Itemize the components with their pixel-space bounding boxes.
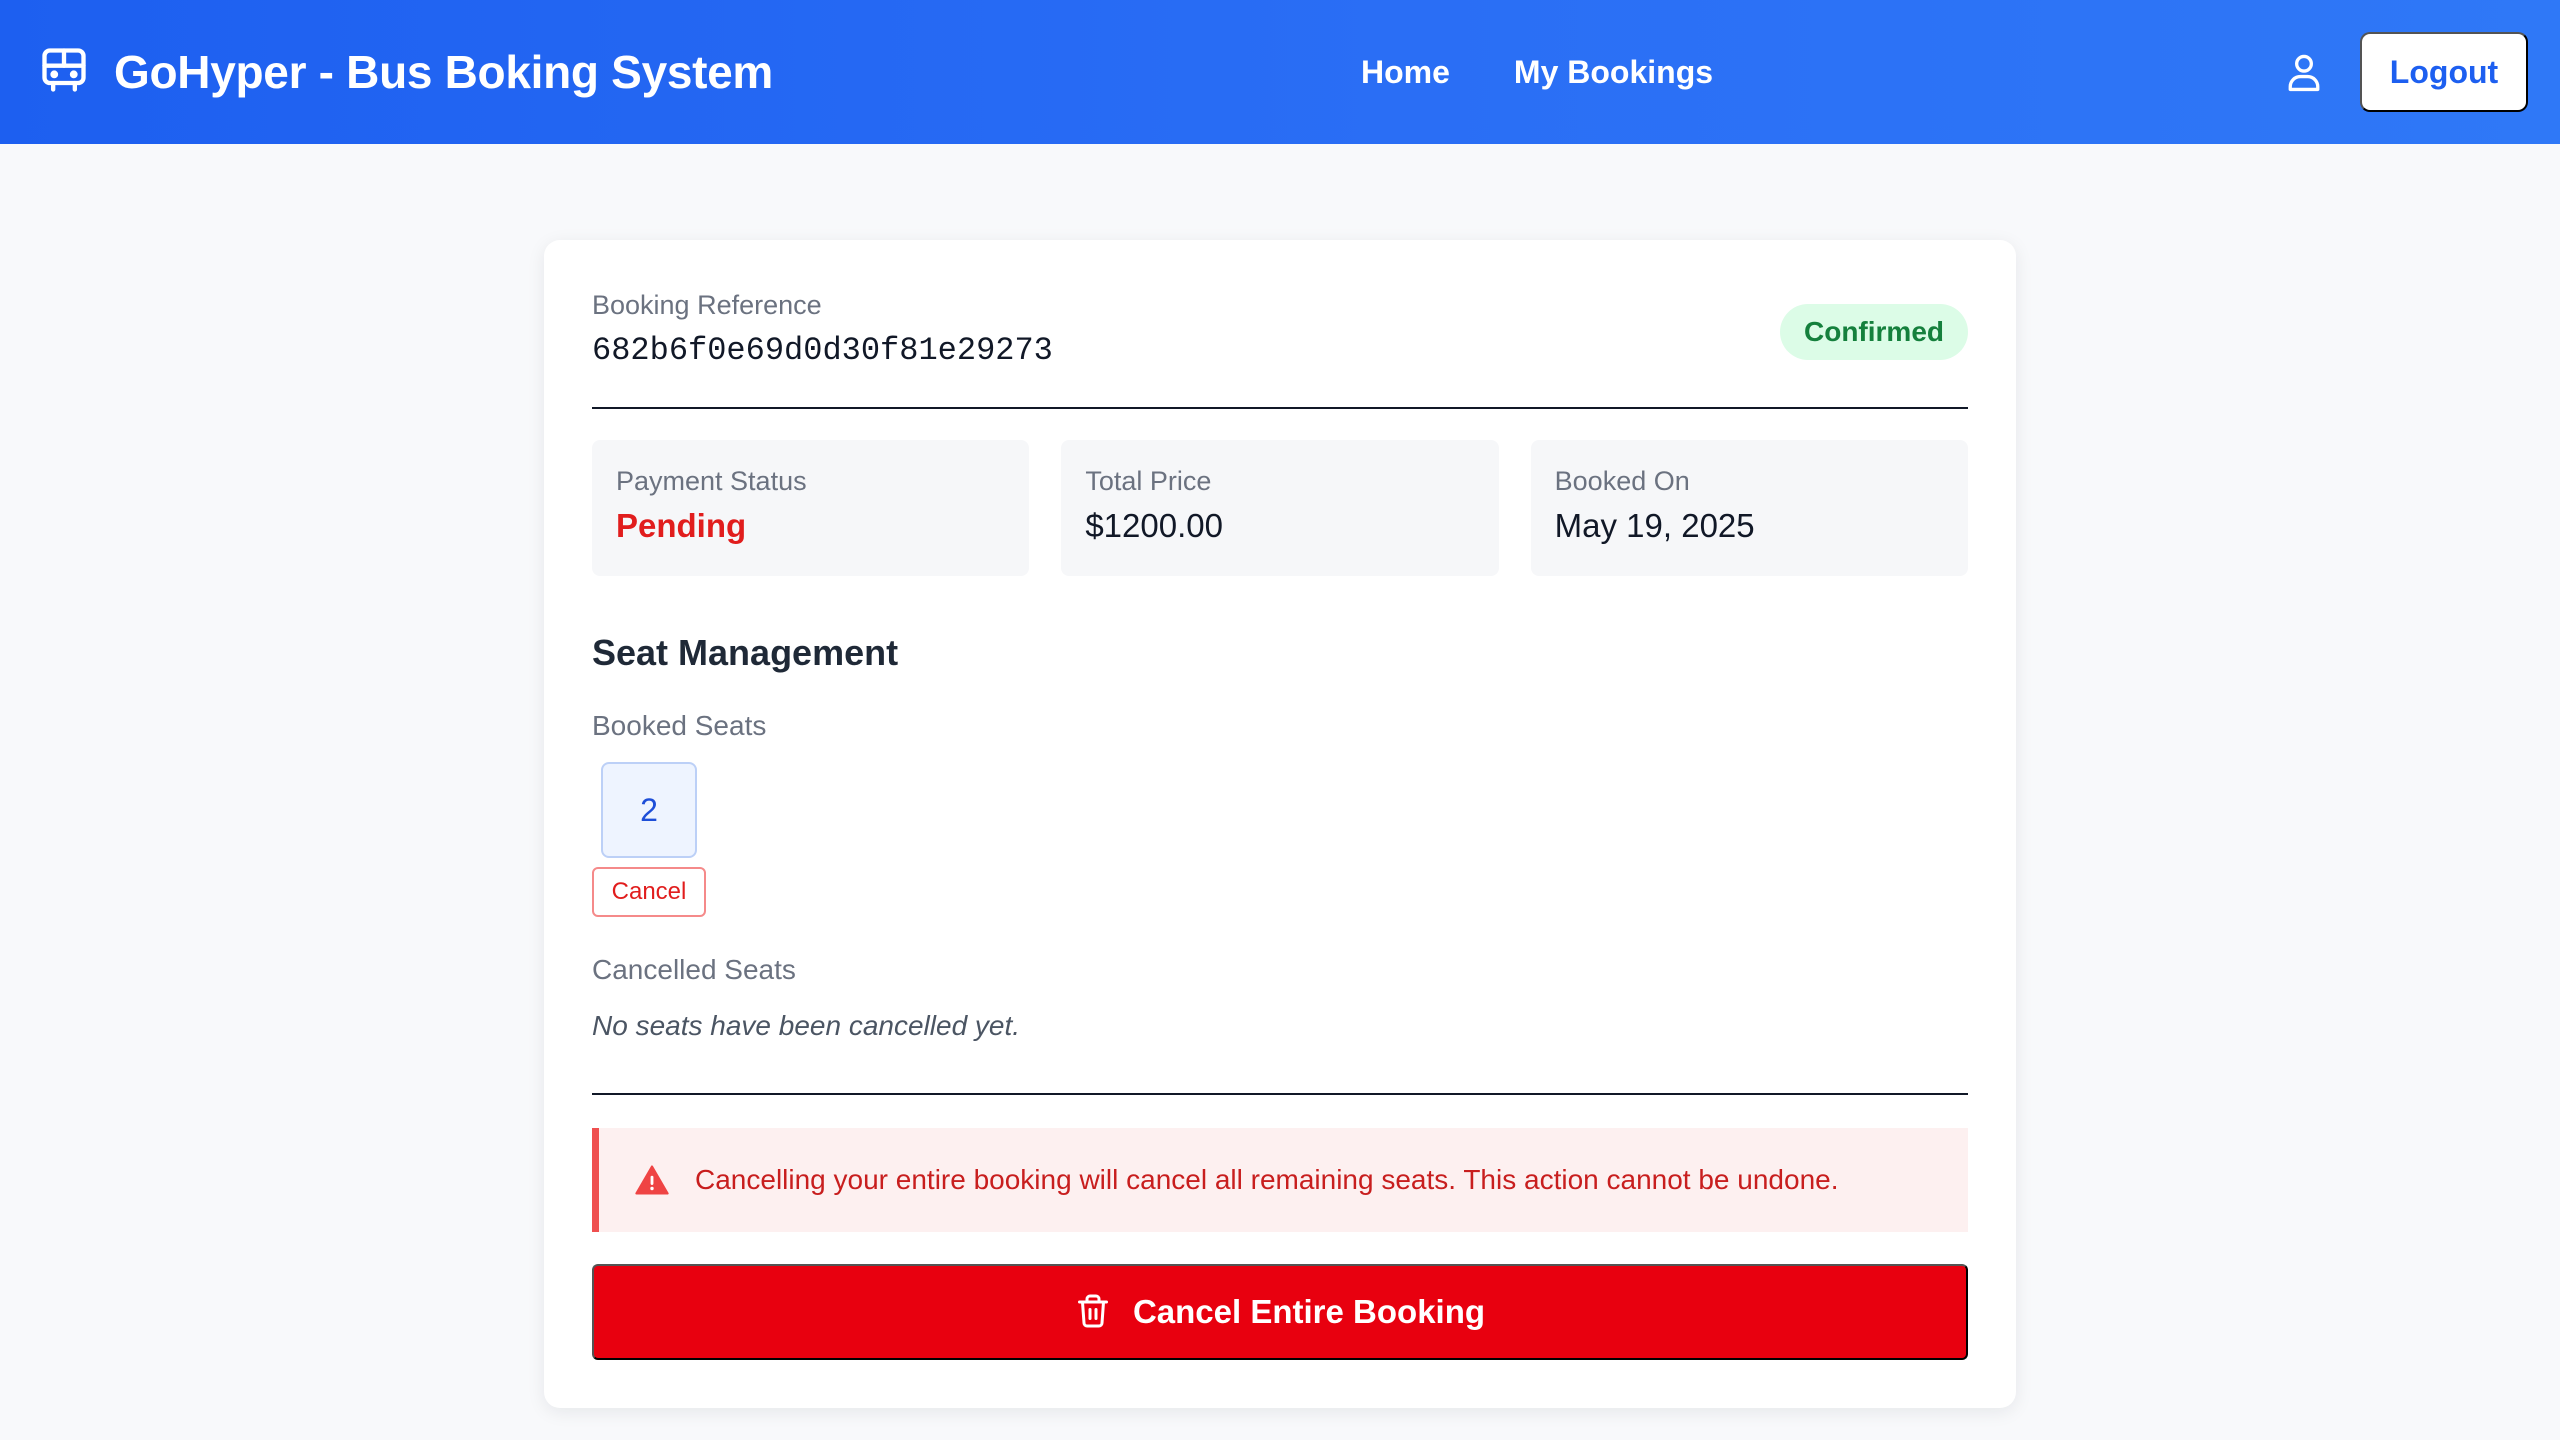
total-price-label: Total Price	[1085, 466, 1212, 496]
payment-status-value: Pending	[616, 507, 747, 544]
bus-icon	[38, 44, 90, 101]
logout-button[interactable]: Logout	[2360, 32, 2528, 112]
seat-management-title: Seat Management	[592, 632, 899, 673]
booked-on-value: May 19, 2025	[1554, 507, 1755, 544]
booking-reference-value: 682b6f0e69d0d30f81e29273	[592, 332, 1053, 369]
booked-on-label: Booked On	[1554, 466, 1690, 496]
booked-on-box: Booked On May 19, 2025	[1530, 440, 1968, 576]
booking-reference-label: Booking Reference	[592, 290, 822, 320]
nav-home-link[interactable]: Home	[1361, 54, 1450, 91]
payment-status-box: Payment Status Pending	[592, 440, 1030, 576]
header-divider	[592, 407, 1968, 409]
booking-details-card: Booking Reference 682b6f0e69d0d30f81e292…	[544, 240, 2016, 1408]
total-price-box: Total Price $1200.00	[1061, 440, 1499, 576]
warning-triangle-icon	[635, 1163, 669, 1197]
booking-summary-row: Payment Status Pending Total Price $1200…	[592, 440, 1968, 576]
cancel-warning-text: Cancelling your entire booking will canc…	[695, 1164, 1839, 1195]
booked-seat-tile: 2	[601, 762, 697, 858]
booking-status-badge: Confirmed	[1780, 304, 1968, 360]
payment-status-label: Payment Status	[616, 466, 807, 496]
user-icon[interactable]	[2282, 50, 2326, 94]
booked-seats-label: Booked Seats	[592, 710, 767, 741]
total-price-value: $1200.00	[1085, 507, 1223, 544]
brand[interactable]: GoHyper - Bus Boking System	[38, 0, 773, 144]
cancel-seat-button[interactable]: Cancel	[592, 867, 706, 917]
trash-icon	[1075, 1293, 1133, 1332]
cancel-entire-booking-label: Cancel Entire Booking	[1132, 1293, 1486, 1330]
cancel-entire-booking-button[interactable]: Cancel Entire Booking	[592, 1264, 1968, 1360]
nav-my-bookings-link[interactable]: My Bookings	[1514, 54, 1713, 91]
actions-divider	[592, 1093, 1968, 1095]
main-nav: Home My Bookings	[1361, 0, 1777, 144]
brand-title: GoHyper - Bus Boking System	[114, 46, 774, 98]
top-navbar: GoHyper - Bus Boking System Home My Book…	[0, 0, 2560, 144]
cancelled-seats-label: Cancelled Seats	[592, 954, 796, 985]
cancelled-seats-empty-note: No seats have been cancelled yet.	[592, 1010, 1021, 1041]
cancel-warning-alert: Cancelling your entire booking will canc…	[592, 1128, 1968, 1232]
